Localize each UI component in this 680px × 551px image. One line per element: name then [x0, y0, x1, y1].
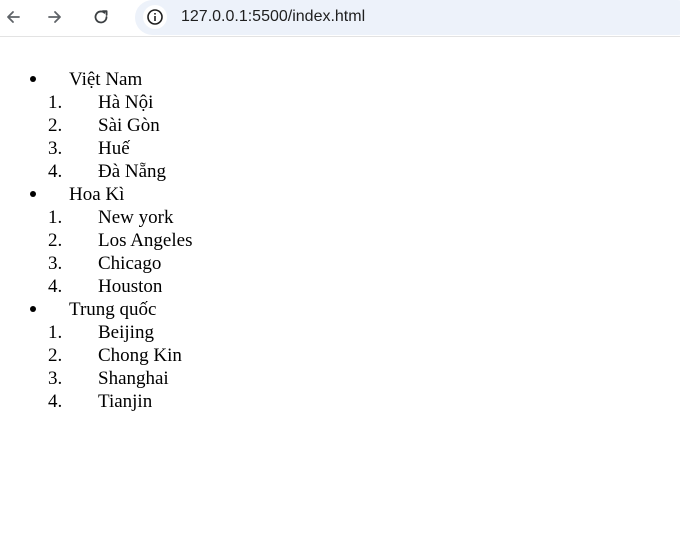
list-number: 3.: [48, 138, 63, 159]
city-name: Los Angeles: [98, 230, 193, 251]
city-name: Hà Nội: [98, 92, 154, 113]
browser-toolbar: 127.0.0.1:5500/index.html: [0, 0, 680, 37]
city-name: Sài Gòn: [98, 115, 160, 136]
bullet-icon: [30, 306, 36, 312]
list-number: 4.: [48, 391, 63, 412]
site-info-button[interactable]: [143, 5, 167, 29]
city-name: Đà Nẵng: [98, 161, 167, 182]
list-number: 4.: [48, 276, 63, 297]
city-name: Beijing: [98, 322, 154, 343]
list-number: 1.: [48, 207, 63, 228]
list-number: 2.: [48, 230, 63, 251]
city-name: Chong Kin: [98, 345, 182, 366]
list-number: 2.: [48, 115, 63, 136]
list-number: 1.: [48, 322, 63, 343]
country-name: Trung quốc: [69, 299, 157, 320]
country-name: Việt Nam: [69, 69, 143, 90]
info-icon: [147, 9, 163, 25]
back-button[interactable]: [0, 4, 26, 30]
reload-icon: [94, 10, 108, 24]
bullet-icon: [30, 76, 36, 82]
reload-button[interactable]: [88, 4, 114, 30]
list-number: 1.: [48, 92, 63, 113]
list-number: 3.: [48, 253, 63, 274]
country-name: Hoa Kì: [69, 184, 125, 205]
city-name: Houston: [98, 276, 163, 297]
arrow-left-icon: [7, 11, 20, 23]
list-number: 2.: [48, 345, 63, 366]
list-number: 3.: [48, 368, 63, 389]
city-name: Chicago: [98, 253, 162, 274]
list-number: 4.: [48, 161, 63, 182]
city-name: Tianjin: [98, 391, 153, 412]
url-text[interactable]: 127.0.0.1:5500/index.html: [181, 8, 365, 26]
arrow-right-icon: [48, 11, 61, 23]
forward-button[interactable]: [42, 4, 68, 30]
city-name: New york: [98, 207, 174, 228]
city-name: Huế: [98, 138, 130, 159]
city-name: Shanghai: [98, 368, 169, 389]
address-bar[interactable]: 127.0.0.1:5500/index.html: [135, 0, 680, 35]
bullet-icon: [30, 191, 36, 197]
